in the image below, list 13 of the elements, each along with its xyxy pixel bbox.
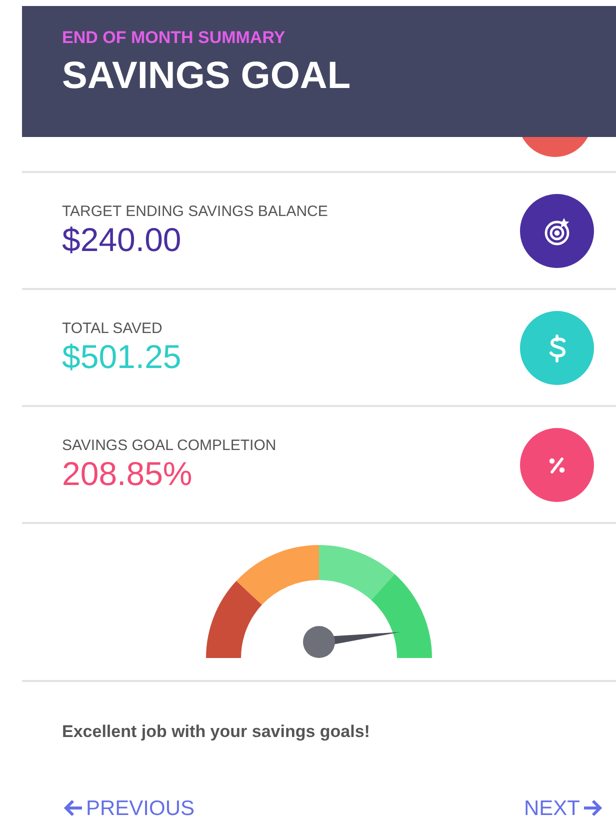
- metric-label: TARGET ENDING SAVINGS BALANCE: [62, 202, 328, 221]
- arrow-left-icon: [62, 798, 84, 818]
- next-link[interactable]: NEXT: [524, 792, 604, 824]
- previous-link[interactable]: PREVIOUS: [62, 792, 195, 824]
- arrow-right-icon: [582, 798, 604, 818]
- metric-label: SAVINGS GOAL COMPLETION: [62, 436, 276, 455]
- metric-label: TOTAL SAVED: [62, 320, 164, 338]
- metric-value: $240.00: [62, 220, 182, 258]
- metric-value: 208.85%: [62, 454, 194, 492]
- metric-value: $501.25: [62, 338, 182, 376]
- feedback-message: Excellent job with your savings goals!: [61, 721, 371, 743]
- header-title: SAVINGS GOAL: [62, 54, 352, 100]
- header-subtitle: END OF MONTH SUMMARY: [62, 28, 286, 48]
